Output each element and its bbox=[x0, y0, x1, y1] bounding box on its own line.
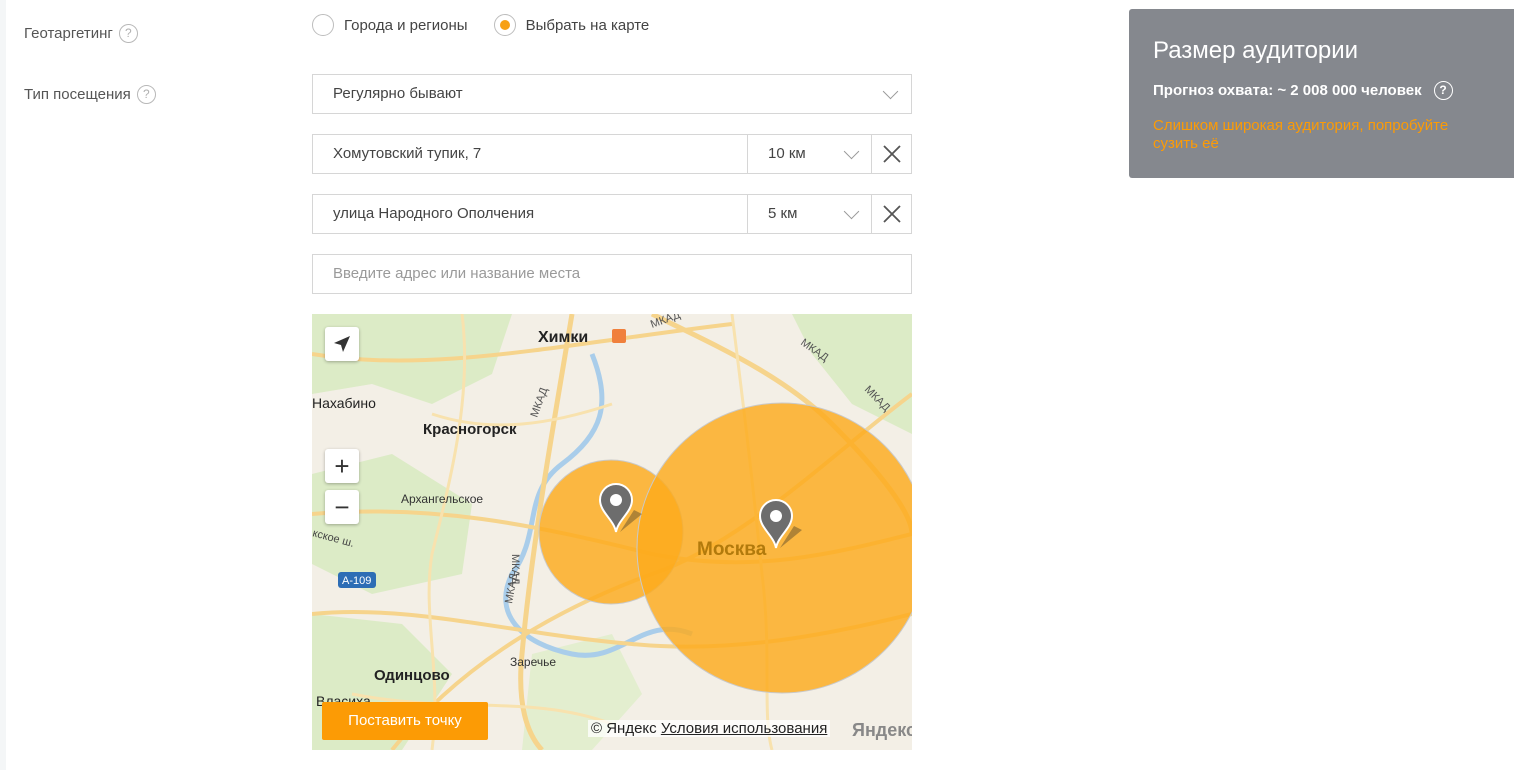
map-label-mkad: МКАД bbox=[529, 386, 551, 419]
map-canvas: Химки Нахабино Красногорск Архангельское… bbox=[312, 314, 912, 750]
map-label-krasnogorsk: Красногорск bbox=[423, 421, 517, 438]
location-arrow-icon bbox=[334, 336, 350, 352]
radius-select[interactable]: 5 км bbox=[747, 195, 872, 233]
visit-type-label-text: Тип посещения bbox=[24, 86, 131, 103]
radio-choose-on-map-label[interactable]: Выбрать на карте bbox=[526, 17, 650, 34]
radio-choose-on-map[interactable] bbox=[493, 14, 516, 36]
close-icon bbox=[883, 205, 901, 223]
address-search-input[interactable]: Введите адрес или название места bbox=[312, 254, 912, 294]
remove-location-button[interactable] bbox=[871, 195, 912, 233]
geolocation-button[interactable] bbox=[325, 327, 359, 361]
geotargeting-label-text: Геотаргетинг bbox=[24, 25, 113, 42]
map-copyright: © Яндекс Условия использования bbox=[588, 720, 831, 737]
address-search-placeholder: Введите адрес или название места bbox=[333, 265, 581, 282]
audience-warning: Слишком широкая аудитория, попробуйте су… bbox=[1153, 117, 1449, 152]
visit-type-value: Регулярно бывают bbox=[333, 85, 463, 102]
location-row: улица Народного Ополчения 5 км bbox=[312, 194, 912, 234]
close-icon bbox=[883, 145, 901, 163]
location-address-field[interactable]: улица Народного Ополчения bbox=[333, 195, 534, 233]
map-label-khimki: Химки bbox=[538, 329, 588, 346]
radio-cities-regions[interactable] bbox=[312, 14, 334, 36]
help-icon[interactable]: ? bbox=[1433, 81, 1453, 100]
map-label-arkhangelskoe: Архангельское bbox=[401, 492, 483, 506]
audience-size-panel: Размер аудитории Прогноз охвата: ~ 2 008… bbox=[1129, 9, 1514, 178]
radius-value: 5 км bbox=[768, 205, 798, 222]
radio-selected-dot bbox=[499, 20, 510, 30]
location-address-field[interactable]: Хомутовский тупик, 7 bbox=[333, 135, 481, 173]
zoom-out-button[interactable]: − bbox=[325, 490, 359, 524]
geotargeting-label: Геотаргетинг ? bbox=[24, 24, 138, 43]
audience-title: Размер аудитории bbox=[1153, 37, 1359, 64]
location-row: Хомутовский тупик, 7 10 км bbox=[312, 134, 912, 174]
minus-icon: − bbox=[334, 491, 350, 522]
map-label-odintsovo: Одинцово bbox=[374, 667, 450, 684]
map-label-moskva: Москва bbox=[697, 539, 767, 560]
radio-cities-regions-label[interactable]: Города и регионы bbox=[344, 17, 468, 34]
remove-location-button[interactable] bbox=[871, 135, 912, 173]
chevron-down-icon bbox=[882, 83, 899, 100]
map-label-zarechye: Заречье bbox=[510, 655, 556, 669]
chevron-down-icon bbox=[843, 143, 860, 160]
map-label-mkad: МКАД bbox=[503, 572, 520, 605]
help-icon[interactable]: ? bbox=[136, 85, 156, 104]
yandex-logo[interactable]: Яндекс bbox=[852, 720, 912, 741]
visit-type-label: Тип посещения ? bbox=[24, 85, 156, 104]
chevron-down-icon bbox=[843, 203, 860, 220]
metro-icon bbox=[612, 329, 626, 343]
terms-link[interactable]: Условия использования bbox=[661, 720, 828, 737]
left-edge bbox=[0, 0, 6, 770]
map[interactable]: Химки Нахабино Красногорск Архангельское… bbox=[312, 314, 912, 750]
radius-select[interactable]: 10 км bbox=[747, 135, 872, 173]
geotargeting-options: Города и регионы Выбрать на карте bbox=[312, 14, 649, 36]
zoom-in-button[interactable]: + bbox=[325, 449, 359, 483]
road-sign-a109-label: А-109 bbox=[342, 575, 371, 587]
yandex-logo-text: Яндекс bbox=[852, 720, 912, 740]
map-label-nakhabino: Нахабино bbox=[312, 395, 376, 411]
copyright-text: © Яндекс bbox=[591, 720, 657, 737]
place-point-button[interactable]: Поставить точку bbox=[322, 702, 488, 740]
plus-icon: + bbox=[334, 450, 350, 481]
audience-forecast-text: Прогноз охвата: ~ 2 008 000 человек bbox=[1153, 82, 1422, 99]
audience-forecast: Прогноз охвата: ~ 2 008 000 человек ? bbox=[1153, 81, 1453, 100]
radius-value: 10 км bbox=[768, 145, 806, 162]
visit-type-select[interactable]: Регулярно бывают bbox=[312, 74, 912, 114]
help-icon[interactable]: ? bbox=[118, 24, 138, 43]
